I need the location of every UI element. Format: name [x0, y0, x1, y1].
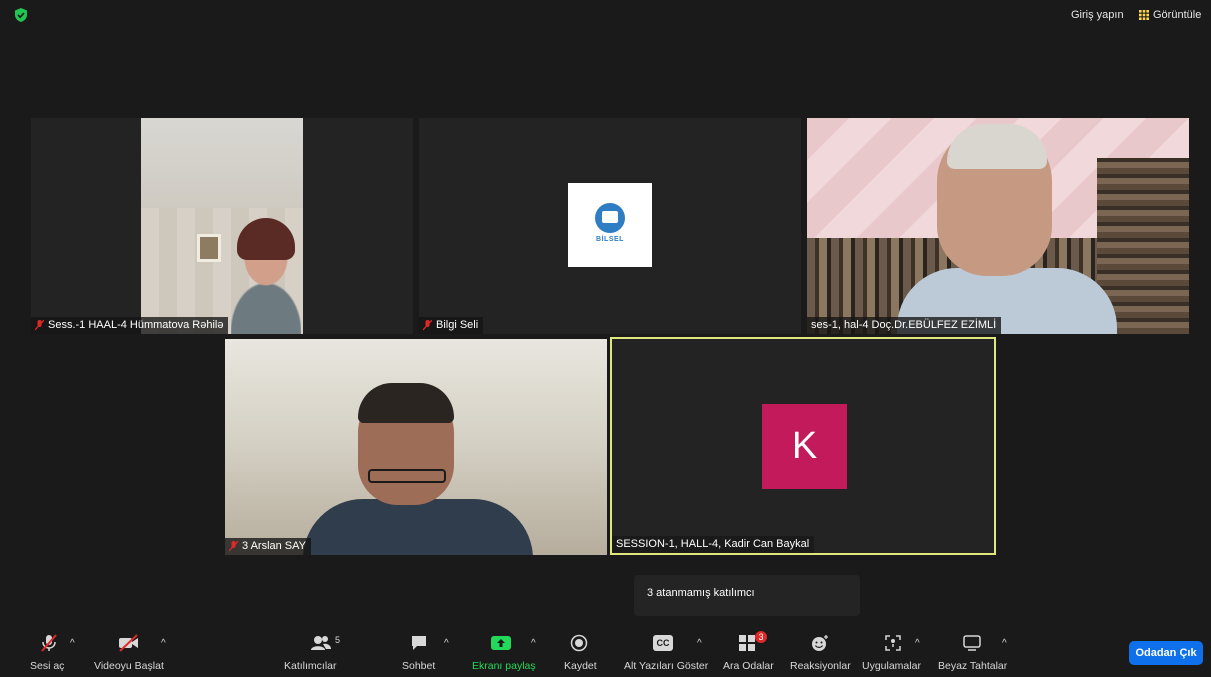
share-screen-button[interactable]: Ekranı paylaş [468, 622, 538, 677]
whiteboards-label: Beyaz Tahtalar [938, 660, 1008, 672]
reactions-label: Reaksiyonlar [790, 660, 851, 672]
apps-label: Uygulamalar [862, 660, 921, 672]
start-video-label: Videoyu Başlat [94, 660, 164, 672]
chat-label: Sohbet [402, 660, 436, 672]
share-options-caret-icon[interactable]: ^ [531, 638, 536, 649]
participant-name-label: Bilgi Seli [419, 317, 484, 334]
logo-text: BİLSEL [596, 236, 624, 243]
participant-video [141, 118, 303, 334]
record-button[interactable]: Kaydet [560, 622, 604, 677]
video-tile[interactable]: BİLSEL Bilgi Seli [419, 118, 801, 334]
video-tile[interactable]: ses-1, hal-4 Doç.Dr.EBÜLFEZ EZİMLİ [807, 118, 1189, 334]
apps-button[interactable]: Uygulamalar [860, 622, 926, 677]
participants-icon [311, 636, 331, 650]
participant-video [225, 339, 607, 555]
participant-name: ses-1, hal-4 Doç.Dr.EBÜLFEZ EZİMLİ [811, 319, 997, 331]
mic-muted-icon [423, 320, 432, 331]
breakout-rooms-badge: 3 [755, 631, 767, 643]
share-screen-label: Ekranı paylaş [472, 660, 536, 672]
audio-options-caret-icon[interactable]: ^ [70, 638, 75, 649]
chat-bubble-icon [412, 636, 426, 650]
top-bar: Giriş yapın Görüntüle [0, 0, 1211, 30]
captions-options-caret-icon[interactable]: ^ [697, 638, 702, 649]
whiteboards-button[interactable]: Beyaz Tahtalar [936, 622, 1010, 677]
start-video-button[interactable]: Videoyu Başlat [92, 622, 168, 677]
show-captions-label: Alt Yazıları Göster [624, 660, 709, 672]
chat-options-caret-icon[interactable]: ^ [444, 638, 449, 649]
unassigned-participants-tooltip: 3 atanmamış katılımcı [634, 575, 860, 616]
participant-name: 3 Arslan SAY [242, 540, 306, 552]
share-screen-icon [491, 636, 511, 650]
unmute-label: Sesi aç [30, 660, 65, 672]
video-camera-off-icon [119, 634, 138, 652]
participant-name: Bilgi Seli [436, 319, 479, 331]
leave-room-button[interactable]: Odadan Çık [1129, 641, 1203, 665]
mic-muted-icon [35, 320, 44, 331]
chat-button[interactable]: Sohbet [398, 622, 442, 677]
participants-label: Katılımcılar [284, 660, 337, 672]
participant-name: SESSION-1, HALL-4, Kadir Can Baykal [616, 538, 810, 550]
breakout-rooms-button[interactable]: 3 Ara Odalar [720, 622, 776, 677]
apps-options-caret-icon[interactable]: ^ [915, 638, 920, 649]
view-label: Görüntüle [1153, 9, 1202, 21]
video-options-caret-icon[interactable]: ^ [161, 638, 166, 649]
smiley-plus-icon [812, 635, 828, 651]
microphone-muted-icon [41, 634, 57, 652]
mic-muted-icon [229, 541, 238, 552]
wall-picture [197, 234, 221, 262]
participant-name-label: SESSION-1, HALL-4, Kadir Can Baykal [612, 536, 815, 553]
video-tile[interactable]: 3 Arslan SAY [225, 339, 607, 555]
participants-count: 5 [335, 635, 341, 645]
show-captions-button[interactable]: CC Alt Yazıları Göster [622, 622, 710, 677]
record-icon [570, 634, 588, 652]
participants-button[interactable]: 5 Katılımcılar [280, 622, 350, 677]
unmute-button[interactable]: Sesi aç [28, 622, 72, 677]
whiteboard-options-caret-icon[interactable]: ^ [1002, 638, 1007, 649]
participant-name-label: Sess.-1 HAAL-4 Hümmatova Rəhilə [31, 317, 229, 334]
participant-video [807, 118, 1189, 334]
avatar: K [762, 404, 847, 489]
whiteboard-icon [963, 635, 981, 651]
video-tile-active-speaker[interactable]: K SESSION-1, HALL-4, Kadir Can Baykal [610, 337, 996, 555]
view-button[interactable]: Görüntüle [1139, 0, 1201, 30]
participant-name: Sess.-1 HAAL-4 Hümmatova Rəhilə [48, 319, 224, 331]
grid-icon [1139, 10, 1149, 20]
breakout-rooms-label: Ara Odalar [723, 660, 774, 672]
tooltip-text: 3 atanmamış katılımcı [647, 587, 755, 599]
reactions-button[interactable]: Reaksiyonlar [788, 622, 852, 677]
apps-icon [885, 635, 901, 651]
profile-logo: BİLSEL [568, 183, 652, 267]
meeting-toolbar: Sesi aç ^ Videoyu Başlat ^ 5 Katılımcıla… [0, 622, 1211, 677]
closed-captions-icon: CC [653, 635, 673, 651]
participant-name-label: 3 Arslan SAY [225, 538, 311, 555]
participant-name-label: ses-1, hal-4 Doç.Dr.EBÜLFEZ EZİMLİ [807, 317, 1002, 334]
video-tile[interactable]: Sess.-1 HAAL-4 Hümmatova Rəhilə [31, 118, 413, 334]
sign-in-button[interactable]: Giriş yapın [1071, 0, 1124, 30]
shield-check-icon[interactable] [14, 8, 28, 22]
record-label: Kaydet [564, 660, 597, 672]
